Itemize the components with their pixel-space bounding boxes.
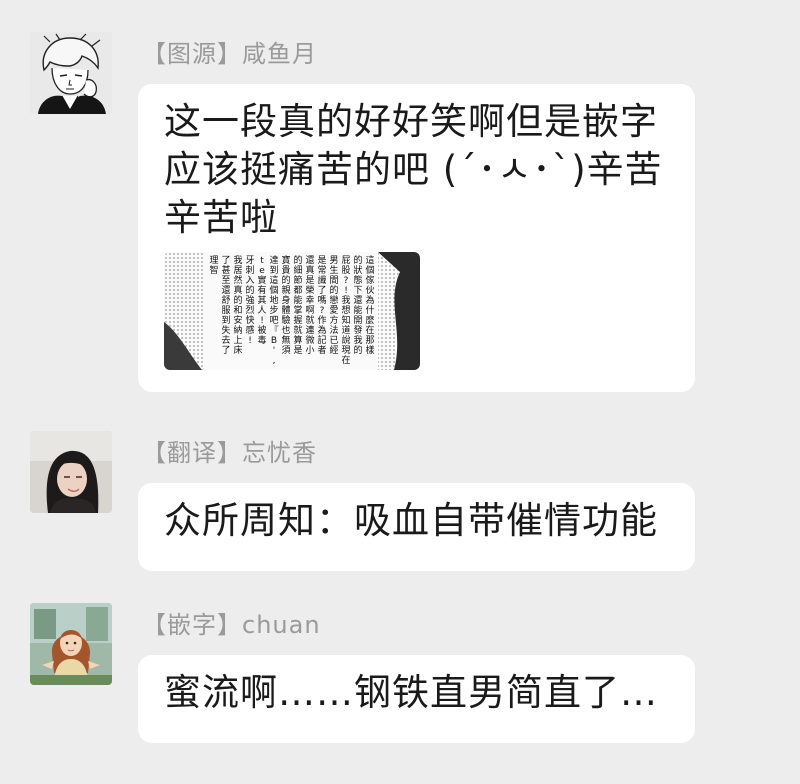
manga-text-column: 理智 bbox=[209, 255, 218, 276]
avatar[interactable] bbox=[30, 603, 112, 685]
chat-message: 【翻译】忘忧香 众所周知：吸血自带催情功能 bbox=[30, 431, 710, 571]
manga-text-column: 屁股? !我想知道說現在 bbox=[341, 255, 350, 366]
manga-panel-thumbnail[interactable]: 這個傢伙為什麼在那樣 的狀態下還能開發我的 屁股? !我想知道說現在 男生間的戀愛方法已… bbox=[164, 252, 420, 370]
manga-character-avatar-image bbox=[30, 32, 112, 114]
manga-text-column: 男生間的戀愛方法已經 bbox=[329, 255, 338, 356]
illustrated-girl-avatar-image bbox=[30, 603, 112, 685]
avatar[interactable] bbox=[30, 32, 112, 114]
message-bubble[interactable]: 蜜流啊……钢铁直男简直了… bbox=[138, 655, 695, 743]
message-bubble[interactable]: 众所周知：吸血自带催情功能 bbox=[138, 483, 695, 571]
photo-avatar-image bbox=[30, 431, 112, 513]
manga-text-column: 還真是榮幸啊就連微小 bbox=[305, 254, 314, 356]
manga-text-column: 牙刺入的強烈快感! bbox=[245, 255, 254, 346]
message-text: 这一段真的好好笑啊但是嵌字应该挺痛苦的吧 (´･ㅅ･`)辛苦辛苦啦 bbox=[164, 100, 663, 239]
sender-name: 【图源】咸鱼月 bbox=[142, 40, 317, 68]
manga-text-column: 是常識了嗎?作為記者 bbox=[317, 255, 326, 356]
manga-panel-image: 這個傢伙為什麼在那樣的狀態下還能開發我的屁股? !我想知道說現在男生間的戀愛方法已… bbox=[164, 252, 420, 370]
message-bubble[interactable]: 这一段真的好好笑啊但是嵌字应该挺痛苦的吧 (´･ㅅ･`)辛苦辛苦啦 這個傢伙為什… bbox=[138, 84, 695, 392]
manga-text-column: 了甚至還舒服到失去了 bbox=[221, 255, 230, 356]
manga-text-column: 這個傢伙為什麼在那樣 bbox=[365, 254, 374, 356]
avatar[interactable] bbox=[30, 431, 112, 513]
manga-text-column: 寶貴的親身體驗也無須 bbox=[281, 254, 290, 356]
manga-text-column: 的細節都能掌握就算是 bbox=[293, 254, 302, 356]
sender-name: 【翻译】忘忧香 bbox=[142, 439, 317, 467]
manga-text-column: 我居然真的和安納上床 bbox=[233, 255, 242, 356]
chat-message: 【嵌字】chuan 蜜流啊……钢铁直男简直了… bbox=[30, 603, 710, 743]
chat-message: 【图源】咸鱼月 这一段真的好好笑啊但是嵌字应该挺痛苦的吧 (´･ㅅ･`)辛苦辛苦… bbox=[30, 32, 710, 392]
sender-name: 【嵌字】chuan bbox=[142, 611, 321, 639]
manga-text-column: 的狀態下還能開發我的 bbox=[353, 254, 362, 356]
message-text: 蜜流啊……钢铁直男简直了… bbox=[164, 671, 658, 714]
message-text: 众所周知：吸血自带催情功能 bbox=[164, 499, 658, 542]
